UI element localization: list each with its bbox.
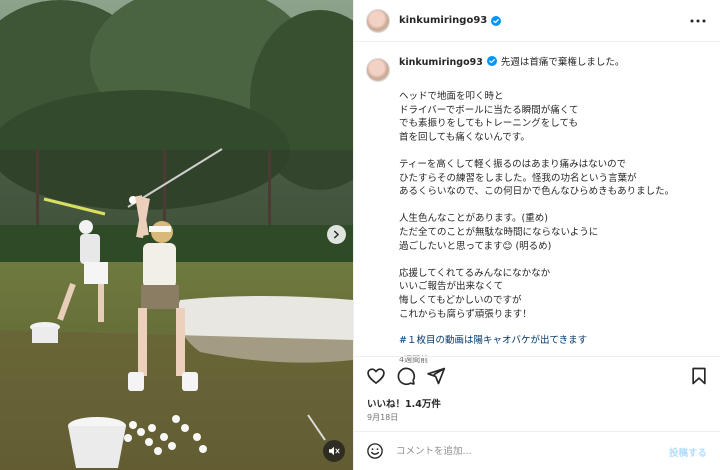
mute-button[interactable] xyxy=(323,440,345,462)
verified-badge-icon xyxy=(491,15,502,26)
verified-badge-icon xyxy=(486,56,497,66)
post-comment-button[interactable]: 投稿する xyxy=(669,445,707,459)
ball-basket-large xyxy=(68,417,126,468)
caption: kinkumiringo93 先週は首痛で棄権しました。 ヘッドで地面を叩く時と … xyxy=(366,56,711,365)
caption-first-text: 先週は首痛で棄権しました。 xyxy=(500,57,625,68)
post-media[interactable] xyxy=(0,0,353,470)
post-side-panel: kinkumiringo93 kinkumiringo93 先週は首痛で棄権しまし… xyxy=(353,0,720,470)
hashtag-link[interactable]: #１枚目の動画は陽キャオバケが出てきます xyxy=(399,332,711,346)
speaker-muted-icon xyxy=(329,446,340,456)
caption-first-line: kinkumiringo93 先週は首痛で棄権しました。 xyxy=(399,56,624,70)
username[interactable]: kinkumiringo93 xyxy=(399,15,487,26)
caption-username[interactable]: kinkumiringo93 xyxy=(399,57,483,68)
chevron-right-icon xyxy=(333,230,339,239)
heart-icon[interactable] xyxy=(366,366,386,386)
share-icon[interactable] xyxy=(426,366,446,386)
next-media-button[interactable] xyxy=(327,225,346,244)
post-date: 9月18日 xyxy=(367,413,399,422)
like-count[interactable]: いいね！1.4万件 xyxy=(367,396,441,410)
caption-body: ヘッドで地面を叩く時と ドライバーでボールに当たる瞬間が痛くて でも素振りをして… xyxy=(399,91,675,320)
post-header: kinkumiringo93 xyxy=(354,0,720,42)
caption-avatar[interactable] xyxy=(366,58,390,82)
comment-bar: 投稿する xyxy=(354,431,720,470)
avatar[interactable] xyxy=(366,8,390,33)
more-options-icon[interactable] xyxy=(689,14,707,28)
comment-input[interactable] xyxy=(396,441,636,461)
post-actions xyxy=(354,356,720,396)
ball-basket-small xyxy=(30,322,60,343)
post-dialog: kinkumiringo93 kinkumiringo93 先週は首痛で棄権しまし… xyxy=(0,0,720,470)
golf-practice-photo xyxy=(0,0,353,470)
bookmark-icon[interactable] xyxy=(689,366,709,386)
comment-icon[interactable] xyxy=(396,366,416,386)
emoji-icon[interactable] xyxy=(366,442,384,460)
